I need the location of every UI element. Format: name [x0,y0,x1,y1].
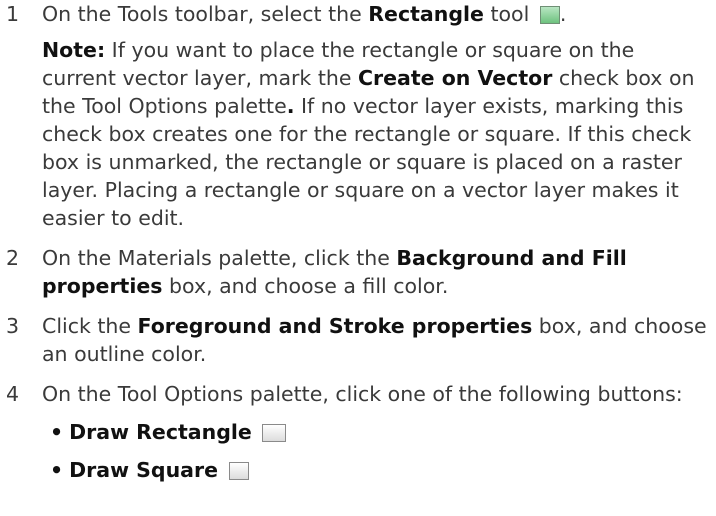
note-label: Note: [42,38,106,62]
rectangle-tool-icon [539,6,560,24]
step-4: 4 On the Tool Options palette, click one… [0,380,716,484]
step-number: 1 [6,2,20,26]
step-2: 2 On the Materials palette, click the Ba… [0,244,716,300]
draw-square-label: Draw Square [69,458,219,482]
step-3-text: Click the Foreground and Stroke properti… [42,314,707,366]
create-on-vector-label: Create on Vector [357,66,553,90]
note: Note: If you want to place the rectangle… [42,38,695,230]
step-number: 3 [6,314,20,338]
bullet: • [50,420,64,444]
list-item: • Draw Square [50,456,712,484]
draw-square-icon [228,462,249,480]
step-2-text: On the Materials palette, click the Back… [42,246,627,298]
draw-rectangle-label: Draw Rectangle [69,420,252,444]
procedure-document: 1 On the Tools toolbar, select the Recta… [0,0,716,496]
rectangle-tool-name: Rectangle [368,2,484,26]
bullet: • [50,458,64,482]
foreground-stroke-properties-label: Foreground and Stroke properties [137,314,533,338]
button-options-list: • Draw Rectangle • Draw Square [42,418,712,484]
step-number: 2 [6,246,20,270]
draw-rectangle-icon [262,424,287,442]
step-number: 4 [6,382,20,406]
list-item: • Draw Rectangle [50,418,712,446]
step-3: 3 Click the Foreground and Stroke proper… [0,312,716,368]
step-4-text: On the Tool Options palette, click one o… [42,382,683,406]
step-1: 1 On the Tools toolbar, select the Recta… [0,0,716,232]
step-1-text: On the Tools toolbar, select the Rectang… [42,2,567,26]
